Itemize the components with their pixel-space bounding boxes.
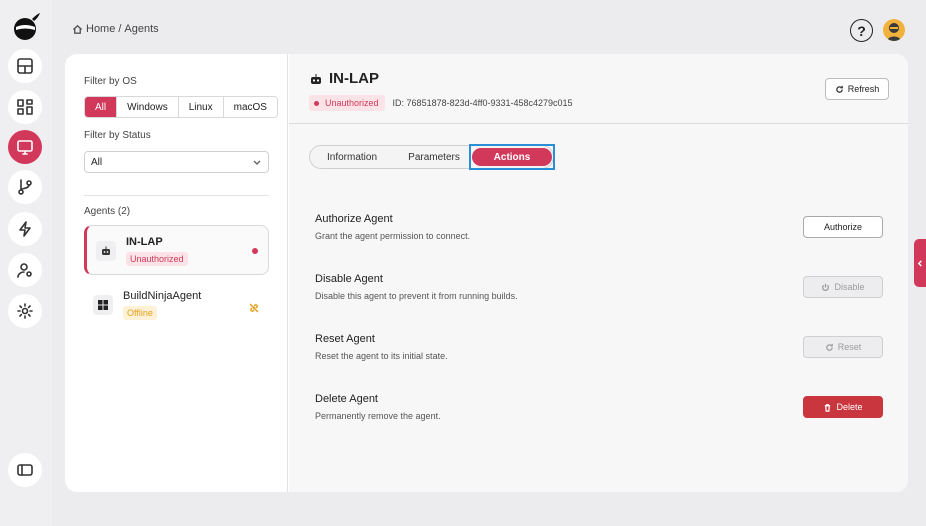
agent-item-in-lap[interactable]: IN-LAP Unauthorized [84,225,269,275]
delete-button[interactable]: Delete [803,396,883,418]
tab-actions[interactable]: Actions [469,144,555,170]
main-card: Filter by OS All Windows Linux macOS Fil… [65,54,908,492]
authorize-label: Authorize [823,222,863,232]
action-title: Reset Agent [315,333,375,345]
status-filter-value: All [91,156,103,168]
divider [84,195,269,196]
os-option-macos[interactable]: macOS [223,97,277,117]
disable-label: Disable [834,282,865,292]
refresh-label: Refresh [847,84,880,94]
detail-tabs: Information Parameters Actions [309,144,555,170]
reset-button[interactable]: Reset [803,336,883,358]
action-description: Permanently remove the agent. [315,411,441,421]
os-option-all[interactable]: All [85,97,118,117]
agent-name: BuildNinjaAgent [123,290,202,302]
status-badge: Unauthorized [309,95,385,111]
agents-count-heading: Agents (2) [84,206,131,217]
link-off-icon [249,300,259,318]
rail-dashboard-button[interactable] [8,49,42,83]
status-dot-icon [314,100,319,106]
breadcrumb-home-link[interactable]: Home [86,23,115,35]
user-settings-icon [17,263,32,278]
tab-parameters[interactable]: Parameters [394,146,474,168]
rail-collapse-button[interactable] [8,453,42,487]
action-description: Grant the agent permission to connect. [315,231,471,241]
rail-users-button[interactable] [8,253,42,287]
status-text: Unauthorized [325,98,379,108]
grid-icon [17,99,33,115]
rail-agents-button[interactable] [8,130,42,164]
trash-icon [825,403,831,412]
delete-label: Delete [836,402,863,412]
side-panel-toggle[interactable] [914,239,926,287]
rail-triggers-button[interactable] [8,212,42,246]
nav-rail [0,0,52,526]
action-disable: Disable Agent Disable this agent to prev… [315,273,883,313]
refresh-icon [825,343,833,351]
agent-title: IN-LAP [309,70,379,87]
breadcrumb: Home / Agents [72,23,159,35]
refresh-button[interactable]: Refresh [825,78,889,100]
status-filter-select[interactable]: All [84,151,269,173]
sidebar-toggle-icon [17,464,33,476]
agent-status-row: Unauthorized ID: 76851878-823d-4ff0-9331… [309,95,573,111]
filter-status-label: Filter by Status [84,130,151,141]
action-description: Reset the agent to its initial state. [315,351,448,361]
status-badge: Offline [123,306,157,320]
os-option-linux[interactable]: Linux [178,97,224,117]
gear-icon [17,303,33,319]
avatar-icon [887,23,901,41]
action-description: Disable this agent to prevent it from ru… [315,291,518,301]
tab-actions-label: Actions [472,148,552,166]
os-option-windows[interactable]: Windows [117,97,179,117]
header-divider [289,123,908,124]
action-title: Disable Agent [315,273,383,285]
help-icon: ? [857,22,866,39]
lightning-icon [19,221,31,237]
action-authorize: Authorize Agent Grant the agent permissi… [315,213,883,253]
rail-pipelines-button[interactable] [8,170,42,204]
agents-panel: Filter by OS All Windows Linux macOS Fil… [65,54,288,492]
agent-name: IN-LAP [126,236,163,248]
user-avatar[interactable] [883,19,905,41]
disable-button[interactable]: Disable [803,276,883,298]
status-badge: Unauthorized [126,252,188,266]
breadcrumb-current: Agents [124,23,159,35]
agent-title-text: IN-LAP [329,70,379,87]
git-branch-icon [18,179,32,195]
home-icon [72,24,83,34]
breadcrumb-separator: / [118,23,122,35]
windows-icon [93,295,113,315]
rail-widgets-button[interactable] [8,90,42,124]
action-reset: Reset Agent Reset the agent to its initi… [315,333,883,373]
agent-id: ID: 76851878-823d-4ff0-9331-458c4279c015 [392,98,573,108]
reset-label: Reset [837,342,862,352]
chevron-down-icon [253,160,261,165]
action-delete: Delete Agent Permanently remove the agen… [315,393,883,433]
robot-icon [96,241,116,261]
chevron-left-icon [917,259,922,267]
tab-information[interactable]: Information [310,146,394,168]
refresh-icon [835,85,843,93]
authorize-button[interactable]: Authorize [803,216,883,238]
ninja-logo-icon[interactable] [10,10,42,42]
help-button[interactable]: ? [850,19,873,42]
status-dot-icon [252,248,258,254]
action-title: Authorize Agent [315,213,393,225]
agent-item-buildninjaagent[interactable]: BuildNinjaAgent Offline [84,280,269,330]
power-icon [822,283,830,291]
monitor-icon [17,140,33,155]
action-title: Delete Agent [315,393,378,405]
robot-icon [311,73,321,84]
rail-settings-button[interactable] [8,294,42,328]
layout-icon [17,58,33,74]
agent-detail-panel: IN-LAP Unauthorized ID: 76851878-823d-4f… [289,54,908,492]
os-filter-segmented: All Windows Linux macOS [84,96,278,118]
filter-os-label: Filter by OS [84,76,137,87]
